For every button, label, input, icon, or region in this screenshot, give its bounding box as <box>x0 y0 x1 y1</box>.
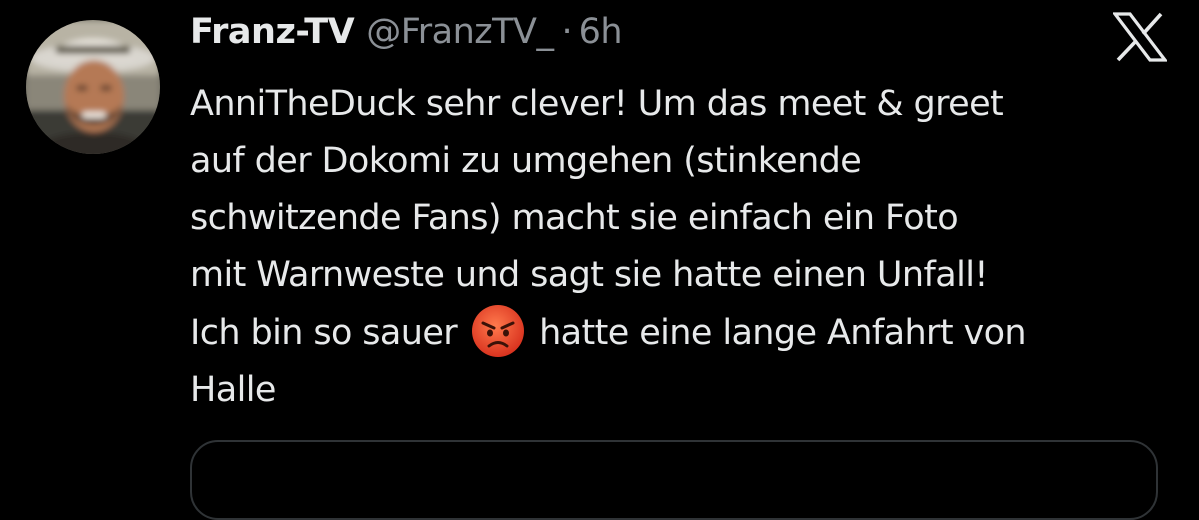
tweet-text-line-with-emoji: Ich bin so sauer hatte eine lange Anfahr… <box>190 304 1190 362</box>
tweet-text-line: mit Warnweste und sagt sie hatte einen U… <box>190 255 988 295</box>
display-name[interactable]: Franz-TV <box>190 12 355 52</box>
tweet-text-segment: Ich bin so sauer <box>190 313 458 353</box>
tweet[interactable]: Franz-TV @FranzTV_ · 6h AnniTheDuck sehr… <box>0 0 1199 520</box>
user-handle[interactable]: @FranzTV_ <box>366 12 554 52</box>
separator-dot: · <box>561 12 573 52</box>
tweet-text: AnniTheDuck sehr clever! Um das meet & g… <box>190 76 1190 419</box>
quoted-media-card[interactable] <box>190 440 1158 520</box>
tweet-text-line: Halle <box>190 370 276 410</box>
avatar-photo <box>26 20 160 154</box>
x-logo-icon[interactable] <box>1113 12 1167 62</box>
avatar[interactable] <box>26 20 160 154</box>
tweet-text-line: AnniTheDuck sehr clever! Um das meet & g… <box>190 84 1004 124</box>
timestamp[interactable]: 6h <box>579 12 623 52</box>
angry-face-icon <box>472 305 525 357</box>
tweet-text-line: schwitzende Fans) macht sie einfach ein … <box>190 198 959 238</box>
tweet-text-line: auf der Dokomi zu umgehen (stinkende <box>190 141 862 181</box>
tweet-text-segment: hatte eine lange Anfahrt von <box>539 313 1026 353</box>
tweet-header: Franz-TV @FranzTV_ · 6h <box>190 12 623 64</box>
